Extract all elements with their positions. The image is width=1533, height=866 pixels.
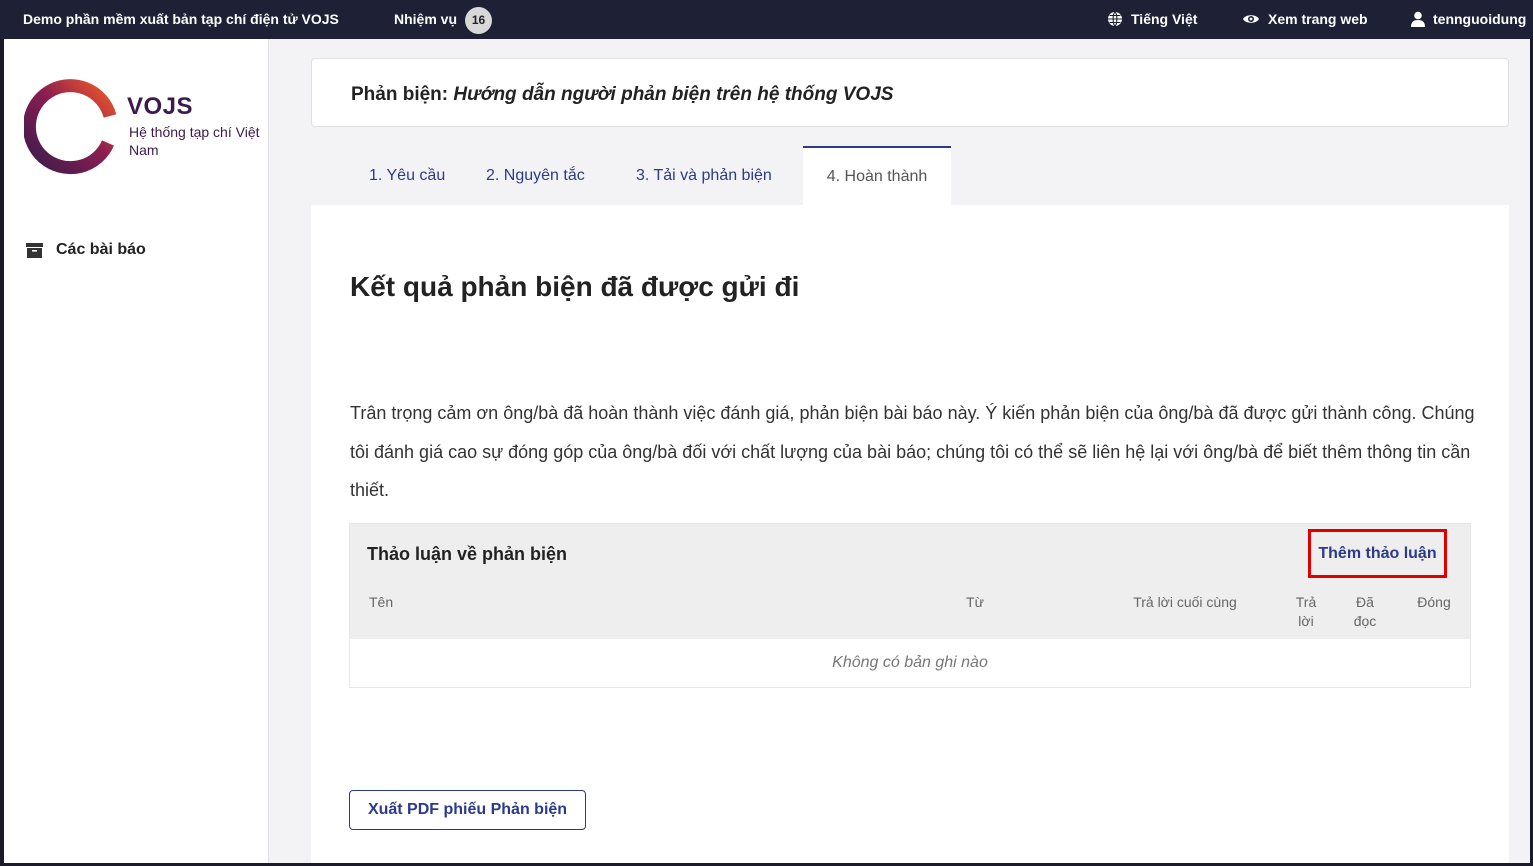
tab-completion[interactable]: 4. Hoàn thành: [803, 146, 951, 205]
archive-icon: [26, 242, 43, 258]
thank-you-message: Trân trọng cảm ơn ông/bà đã hoàn thành v…: [350, 403, 1475, 500]
column-header-name: Tên: [369, 594, 394, 610]
user-menu[interactable]: tennguoidung: [1411, 11, 1526, 27]
discussion-title: Thảo luận về phản biện: [367, 544, 568, 564]
eye-icon: [1243, 15, 1259, 23]
username-label: tennguoidung: [1433, 11, 1527, 27]
tasks-link[interactable]: Nhiệm vụ: [394, 11, 457, 27]
add-discussion-button[interactable]: Thêm thảo luận: [1308, 529, 1447, 578]
logo-subtitle: Hệ thống tạp chí Việt Nam: [129, 124, 260, 158]
sidebar-item-label: Các bài báo: [56, 241, 146, 258]
export-pdf-button[interactable]: Xuất PDF phiếu Phản biện: [349, 790, 586, 830]
logo-title: VOJS: [127, 93, 194, 120]
sidebar: VOJS Hệ thống tạp chí Việt Nam Các bài b…: [4, 39, 269, 863]
empty-table-message: Không có bản ghi nào: [832, 654, 988, 671]
column-header-last-reply: Trả lời cuối cùng: [1133, 594, 1237, 610]
view-site-label: Xem trang web: [1268, 11, 1368, 27]
discussion-panel: Thảo luận về phản biện Thêm thảo luận Tê…: [349, 523, 1471, 688]
tab-guidelines[interactable]: 2. Nguyên tắc: [486, 146, 585, 205]
page-title-prefix: Phản biện:: [351, 84, 449, 105]
sidebar-item-articles[interactable]: Các bài báo: [26, 241, 146, 259]
section-heading: Kết quả phản biện đã được gửi đi: [350, 271, 800, 302]
tasks-count-badge[interactable]: 16: [465, 7, 492, 34]
language-selector[interactable]: Tiếng Việt: [1107, 11, 1197, 27]
column-header-from: Từ: [966, 594, 984, 610]
column-header-read: Đã đọc: [1353, 594, 1377, 629]
user-icon: [1411, 11, 1425, 27]
tab-request[interactable]: 1. Yêu cầu: [369, 146, 445, 205]
main-content: Kết quả phản biện đã được gửi đi Trân tr…: [311, 205, 1509, 863]
top-navbar: Demo phần mềm xuất bản tạp chí điện tử V…: [0, 0, 1533, 39]
site-name-link[interactable]: Demo phần mềm xuất bản tạp chí điện tử V…: [23, 11, 339, 27]
column-header-closed: Đóng: [1417, 594, 1451, 610]
language-label: Tiếng Việt: [1131, 11, 1198, 27]
page-title-text: Hướng dẫn người phản biện trên hệ thống …: [453, 84, 894, 105]
discussion-header: Thảo luận về phản biện Thêm thảo luận Tê…: [350, 524, 1470, 639]
tab-download-review[interactable]: 3. Tải và phản biện: [636, 146, 772, 205]
globe-icon: [1108, 11, 1122, 27]
view-site-link[interactable]: Xem trang web: [1242, 11, 1368, 27]
review-header: Phản biện: Hướng dẫn người phản biện trê…: [311, 58, 1509, 127]
column-header-replies: Trả lời: [1295, 594, 1317, 629]
page-title: Phản biện: Hướng dẫn người phản biện trê…: [351, 84, 893, 106]
